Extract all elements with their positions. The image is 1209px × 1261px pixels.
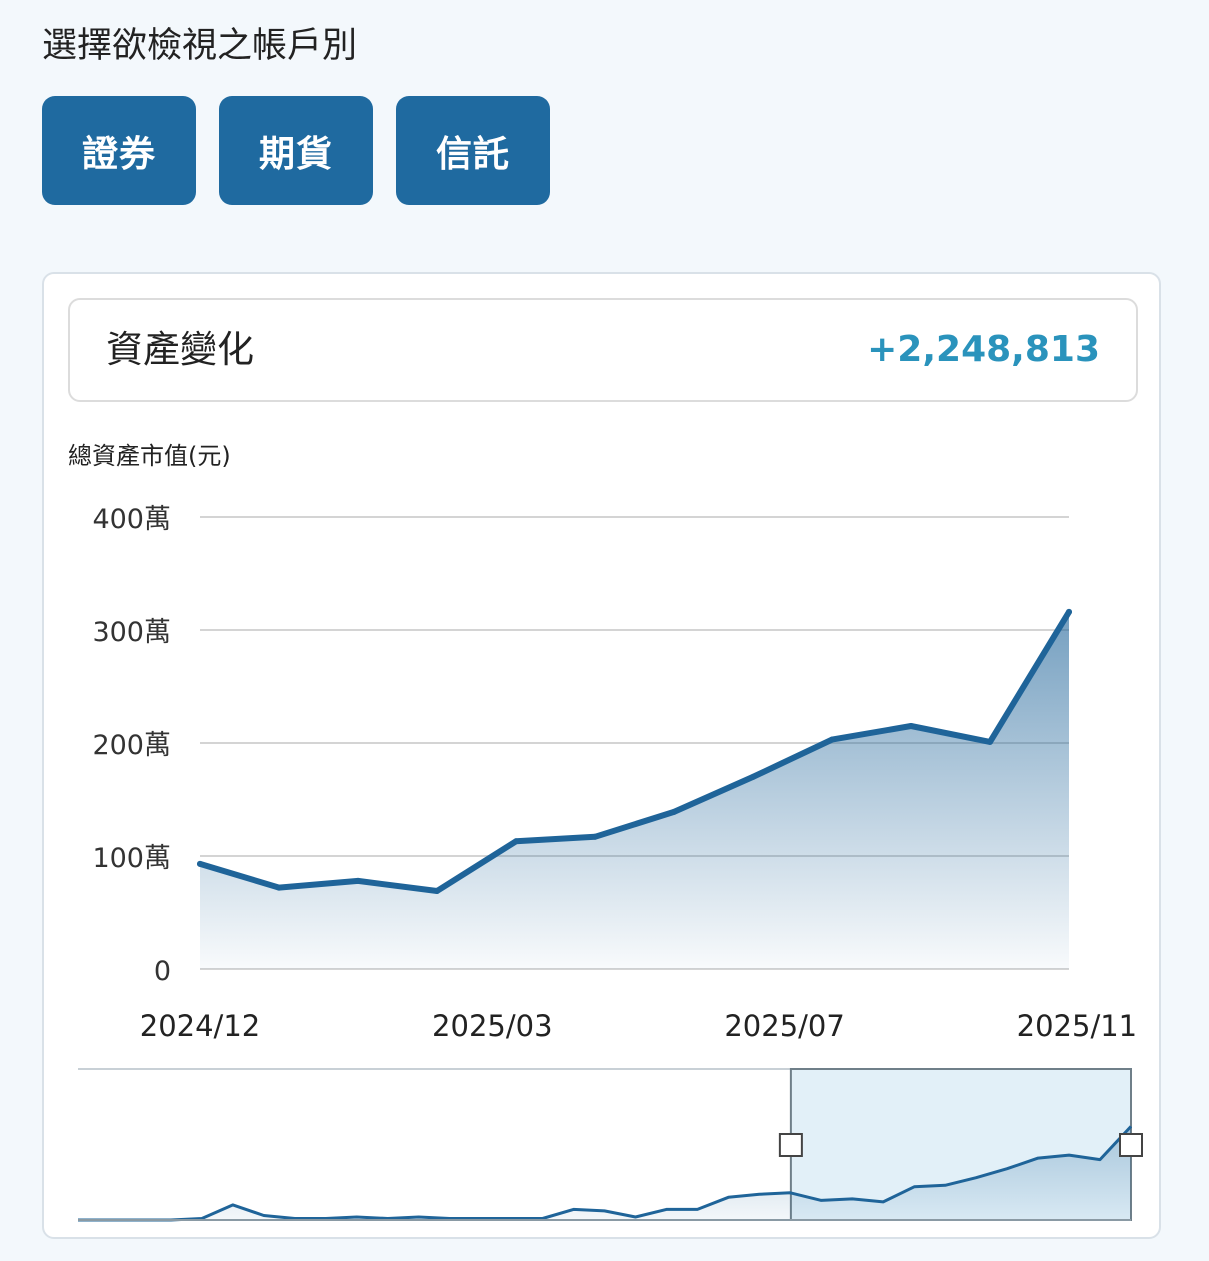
data-point	[987, 738, 993, 745]
x-tick-label: 2025/03	[432, 1009, 552, 1043]
y-tick-label: 100萬	[92, 843, 171, 874]
data-point	[671, 808, 677, 815]
asset-value-chart: 總資產市值(元) 400萬 300萬 200萬 100萬 0 2024/12 2025/0…	[68, 442, 1143, 1222]
y-axis-title: 總資產市值(元)	[68, 442, 231, 470]
y-tick-label: 200萬	[92, 730, 171, 761]
data-point	[434, 888, 440, 895]
series-area	[200, 611, 1069, 969]
y-tick-label: 0	[154, 956, 171, 987]
overview-left-handle[interactable]	[778, 1133, 803, 1157]
data-point	[276, 884, 282, 891]
data-point	[197, 860, 203, 867]
data-point	[1066, 608, 1072, 615]
data-point	[908, 723, 914, 730]
overview-right-handle[interactable]	[1119, 1133, 1143, 1157]
data-point	[592, 833, 598, 840]
x-tick-label: 2024/12	[140, 1009, 260, 1043]
y-tick-label: 400萬	[92, 504, 171, 535]
y-tick-label: 300萬	[92, 617, 171, 648]
data-point	[355, 877, 361, 884]
data-point	[750, 773, 756, 780]
x-tick-label: 2025/07	[724, 1009, 844, 1043]
x-tick-label: 2025/11	[1017, 1009, 1137, 1043]
data-point	[829, 736, 835, 743]
overview-slider[interactable]	[78, 1068, 1143, 1222]
data-point	[513, 838, 519, 845]
